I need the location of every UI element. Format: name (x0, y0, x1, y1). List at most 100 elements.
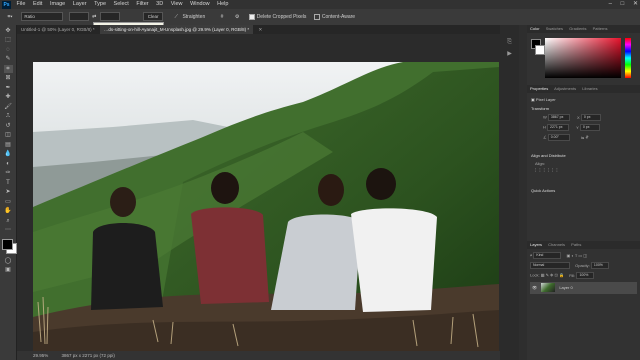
dodge-tool-icon[interactable]: ◐ (4, 160, 13, 168)
brush-tool-icon[interactable]: 🖌 (4, 103, 13, 111)
kind-filter[interactable]: Kind (533, 252, 562, 259)
document-tabs: Untitled-1 @ 50% (Layer 0, RGB/8) * …ds-… (17, 25, 500, 34)
stamp-tool-icon[interactable]: ⎍ (4, 112, 13, 120)
quick-actions-heading[interactable]: Quick Actions (527, 188, 640, 193)
height-field[interactable]: 2271 px (547, 124, 570, 131)
align-label: Align: (535, 161, 546, 166)
menu-view[interactable]: View (171, 0, 183, 9)
tab-paths[interactable]: Paths (571, 242, 581, 247)
document-image[interactable] (33, 62, 499, 352)
person-1-shirt (91, 223, 163, 310)
blend-mode-dropdown[interactable]: Normal (530, 262, 570, 269)
tab-properties[interactable]: Properties (530, 86, 548, 91)
clear-button[interactable]: Clear (143, 12, 164, 22)
menu-layer[interactable]: Layer (73, 0, 87, 9)
flip-vertical-icon[interactable]: ⇵ (585, 135, 588, 140)
crop-tool-preset-icon[interactable]: ⌗▾ (0, 9, 20, 25)
straighten-icon[interactable]: ⟋ (175, 14, 179, 20)
menu-3d[interactable]: 3D (156, 0, 163, 9)
tab-libraries[interactable]: Libraries (582, 86, 597, 91)
eraser-tool-icon[interactable]: ◫ (4, 131, 13, 139)
y-field[interactable]: 0 px (579, 124, 600, 131)
blur-tool-icon[interactable]: 💧 (4, 150, 13, 158)
hue-slider[interactable] (625, 38, 631, 78)
shape-tool-icon[interactable]: ▭ (4, 198, 13, 206)
layer-thumbnail (541, 283, 556, 293)
layers-tabs: Layers Channels Paths (527, 241, 640, 249)
menu-window[interactable]: Window (190, 0, 210, 9)
tab-close-icon[interactable]: ✕ (254, 25, 266, 34)
overlay-grid-icon[interactable]: # (221, 14, 224, 20)
quick-select-tool-icon[interactable]: ✎ (4, 55, 13, 63)
screen-mode-icon[interactable]: ▣ (4, 266, 13, 274)
layer-filter-icons[interactable]: ▣ ◐ T ▭ ◫ (567, 253, 588, 258)
tab-friends-photo[interactable]: …ds-sitting-on-hill-Ayanajit_M-Unsplash.… (99, 25, 254, 34)
hand-tool-icon[interactable]: ✋ (4, 207, 13, 215)
tab-color[interactable]: Color (530, 26, 540, 31)
background-color-chip[interactable] (535, 45, 545, 55)
menu-select[interactable]: Select (114, 0, 129, 9)
quick-mask-icon[interactable]: ◯ (4, 257, 13, 265)
flip-horizontal-icon[interactable]: ⇋ (581, 135, 584, 140)
close-button[interactable]: ✕ (633, 1, 638, 7)
menu-filter[interactable]: Filter (136, 0, 148, 9)
healing-tool-icon[interactable]: ✚ (4, 93, 13, 101)
tab-adjustments[interactable]: Adjustments (554, 86, 576, 91)
crop-tool-icon[interactable]: ⌗ (3, 64, 13, 73)
tab-layers[interactable]: Layers (530, 242, 542, 247)
ratio-dropdown[interactable]: Ratio (21, 12, 64, 22)
visibility-eye-icon[interactable]: 👁 (532, 285, 537, 290)
tab-untitled[interactable]: Untitled-1 @ 50% (Layer 0, RGB/8) * (17, 25, 99, 34)
x-field[interactable]: 0 px (580, 114, 601, 121)
eyedropper-tool-icon[interactable]: ✒ (4, 84, 13, 92)
color-field[interactable] (545, 38, 621, 78)
opacity-field[interactable]: 100% (590, 262, 609, 269)
align-buttons-icon[interactable]: ⫶⫶⫶⫶⫶⫶ (527, 166, 640, 174)
width-field[interactable]: 3867 px (547, 114, 570, 121)
ratio-height-field[interactable] (99, 12, 120, 22)
lasso-tool-icon[interactable]: ◌ (4, 46, 13, 54)
path-select-tool-icon[interactable]: ➤ (4, 188, 13, 196)
actions-panel-icon[interactable]: ▶ (500, 50, 519, 57)
fill-field[interactable]: 100% (576, 272, 595, 279)
maximize-button[interactable]: □ (621, 1, 625, 7)
zoom-tool-icon[interactable]: ⌕ (4, 217, 13, 225)
straighten-label: Straighten (182, 14, 206, 20)
zoom-level[interactable]: 29.95% (33, 353, 48, 358)
properties-tabs: Properties Adjustments Libraries (527, 85, 640, 93)
tab-channels[interactable]: Channels (548, 242, 565, 247)
layers-panel: ⌕ Kind ▣ ◐ T ▭ ◫ Normal Opacity: 100% Lo… (527, 249, 640, 297)
delete-cropped-checkbox[interactable] (248, 13, 255, 20)
swap-icon[interactable]: ⇄ (92, 14, 96, 20)
menu-type[interactable]: Type (94, 0, 106, 9)
type-tool-icon[interactable]: T (4, 179, 13, 187)
tab-patterns[interactable]: Patterns (593, 26, 608, 31)
ratio-width-field[interactable] (68, 12, 89, 22)
menu-file[interactable]: File (17, 0, 26, 9)
tab-swatches[interactable]: Swatches (546, 26, 563, 31)
menu-help[interactable]: Help (217, 0, 228, 9)
frame-tool-icon[interactable]: ⊠ (4, 74, 13, 82)
color-panel-tabs: Color Swatches Gradients Patterns (527, 25, 640, 33)
history-panel-icon[interactable]: ⎘ (500, 39, 519, 46)
crop-settings-icon[interactable]: ⚙ (235, 14, 239, 20)
minimize-button[interactable]: – (609, 1, 612, 7)
fill-label: Fill: (569, 272, 576, 278)
content-aware-checkbox[interactable] (313, 13, 320, 20)
tab-gradients[interactable]: Gradients (569, 26, 586, 31)
menu-edit[interactable]: Edit (33, 0, 42, 9)
lock-icons[interactable]: ▦ ✎ ✥ ⊡ 🔒 (541, 273, 564, 278)
gradient-tool-icon[interactable]: ▤ (4, 141, 13, 149)
filter-icon: ⌕ (530, 252, 533, 258)
more-tools-icon[interactable]: ⋯ (4, 226, 13, 234)
status-bar: 29.95% 3867 px x 2271 px (72 ppi) (17, 351, 516, 360)
marquee-tool-icon[interactable]: ⬚ (4, 36, 13, 44)
history-brush-tool-icon[interactable]: ↺ (4, 122, 13, 130)
foreground-color-swatch[interactable] (2, 239, 13, 250)
pen-tool-icon[interactable]: ✑ (4, 169, 13, 177)
layer-row[interactable]: 👁 Layer 0 (530, 282, 637, 294)
layer-name[interactable]: Layer 0 (559, 285, 572, 290)
move-tool-icon[interactable]: ✥ (4, 27, 13, 35)
angle-field[interactable]: 0.00° (547, 134, 570, 141)
menu-image[interactable]: Image (50, 0, 65, 9)
